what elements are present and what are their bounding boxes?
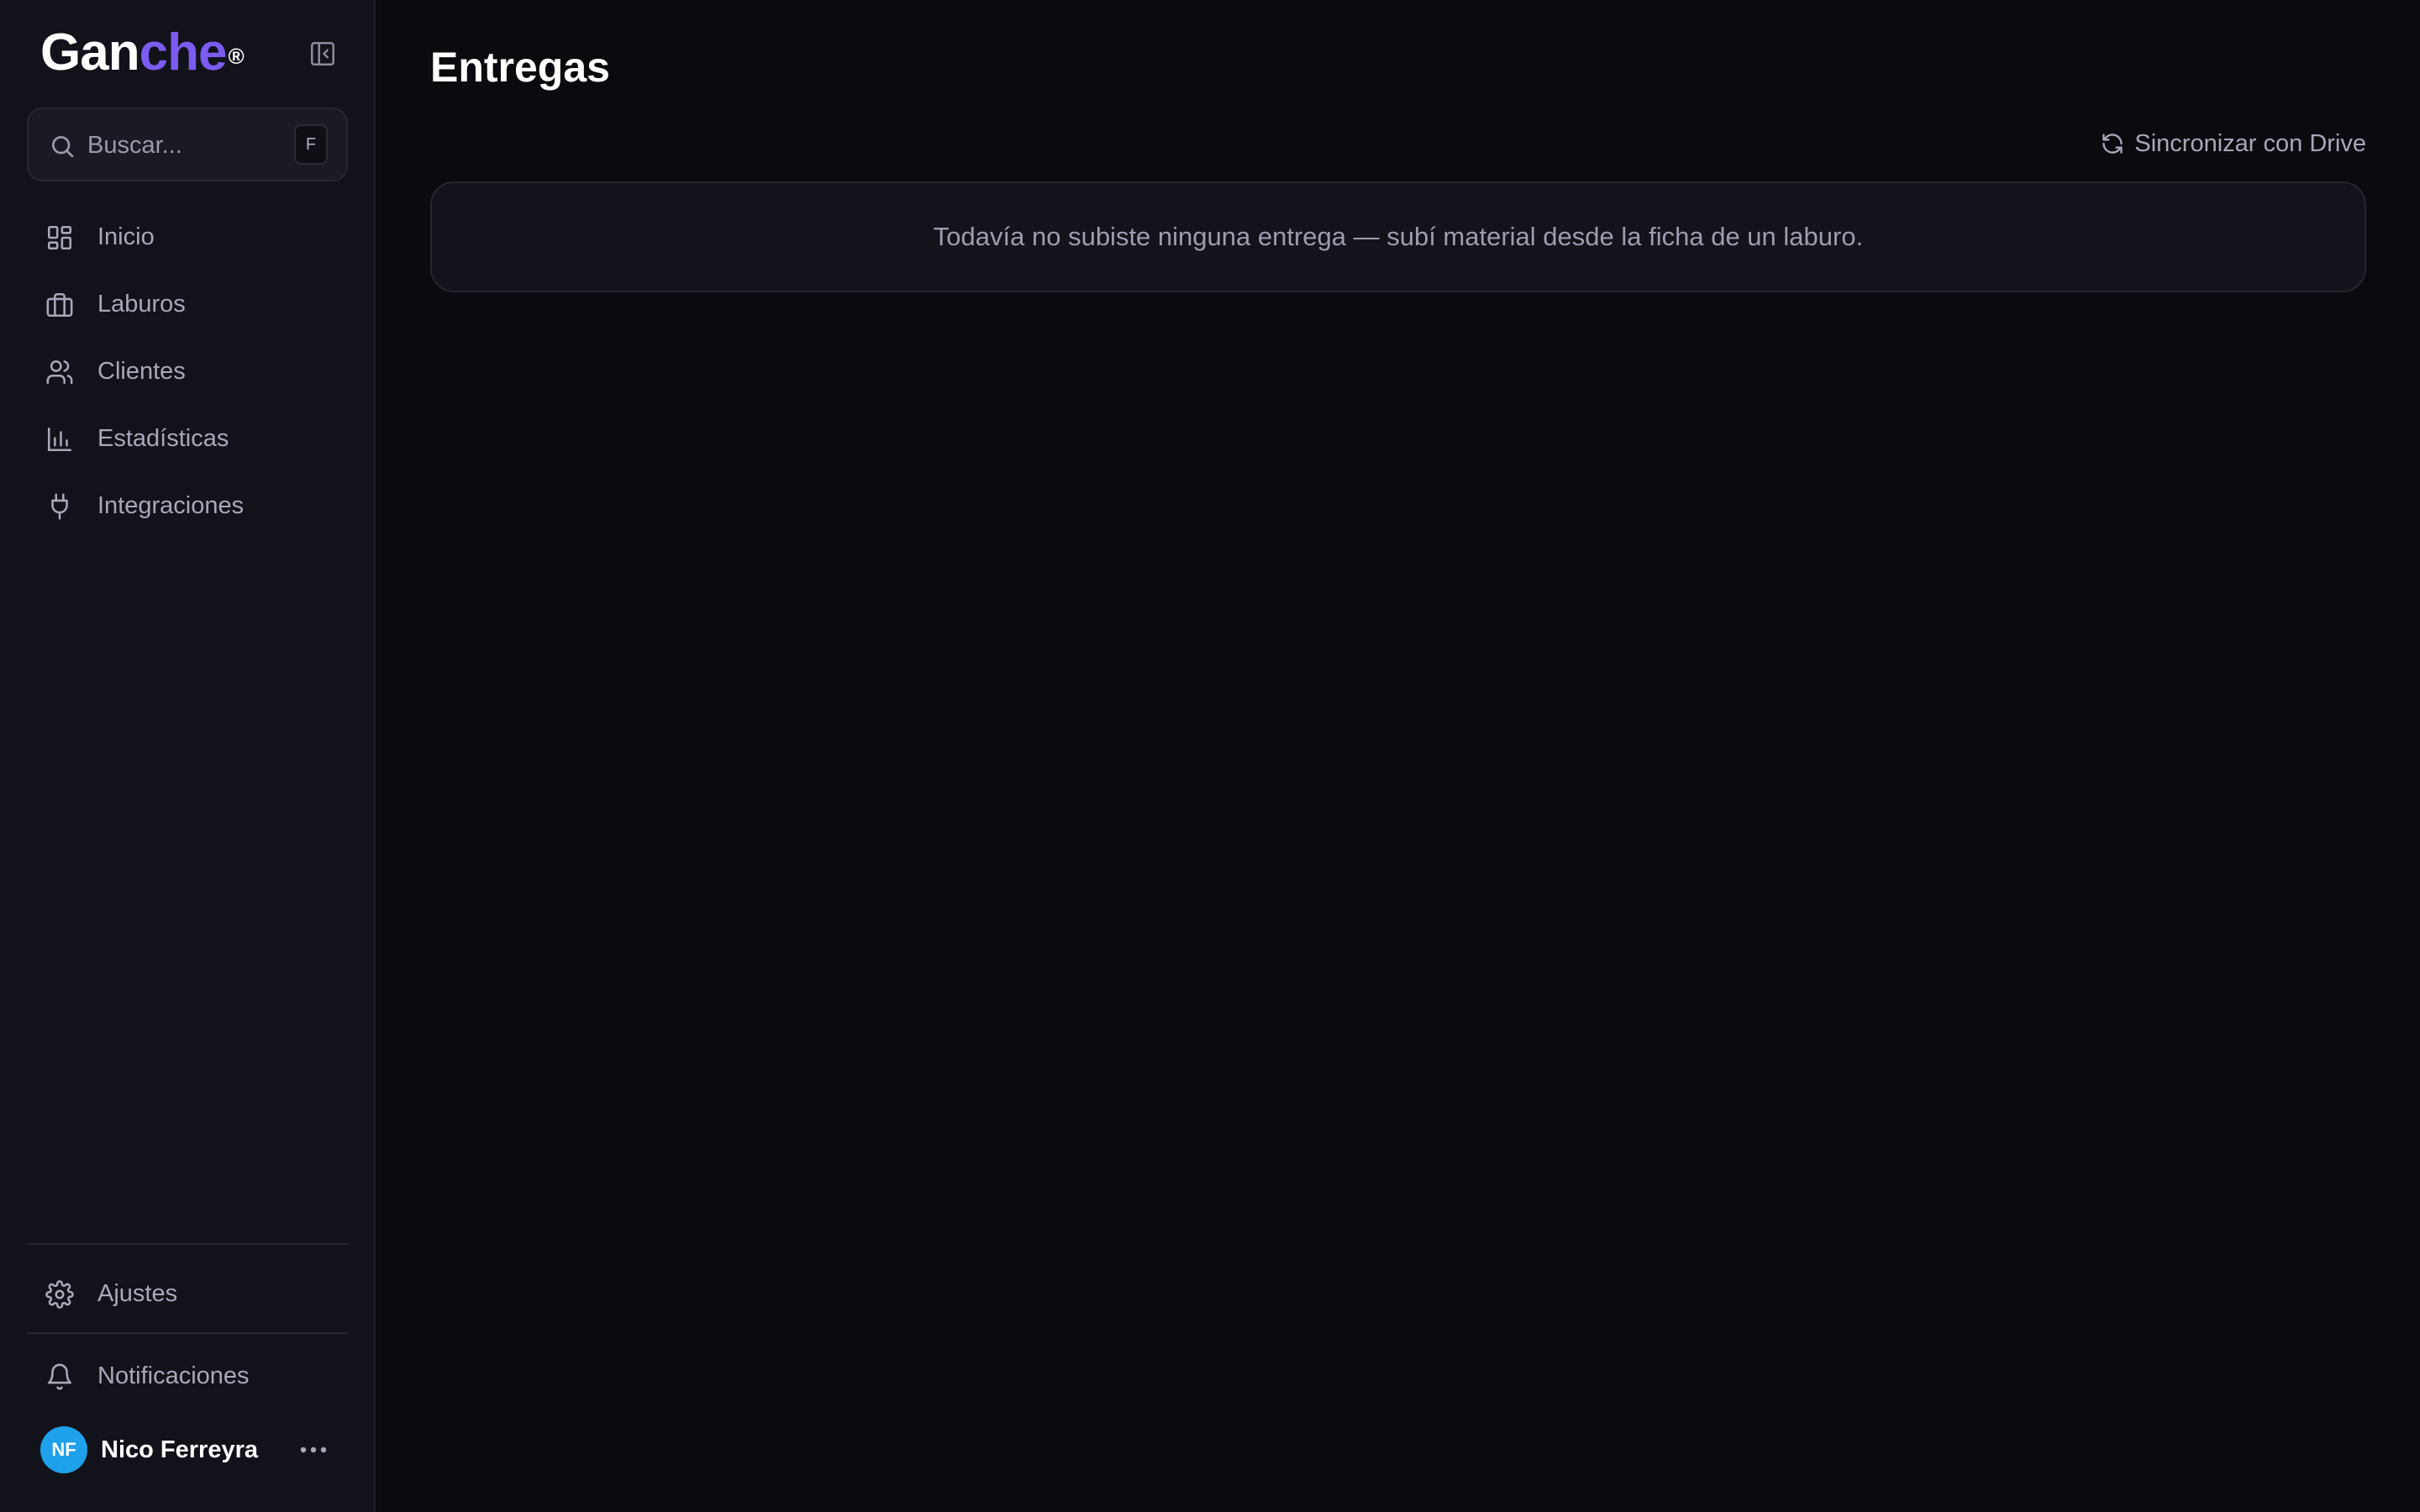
users-icon [46, 360, 73, 385]
sidebar-item-label: Ajustes [97, 1280, 178, 1307]
user-profile[interactable]: NF Nico Ferreyra [27, 1425, 348, 1475]
empty-state-message: Todavía no subiste ninguna entrega — sub… [933, 222, 1864, 251]
sidebar-item-ajustes[interactable]: Ajustes [27, 1265, 348, 1322]
sidebar-item-label: Laburos [97, 291, 186, 318]
sidebar-item-label: Estadísticas [97, 425, 229, 452]
brand-name-main: Gan [40, 24, 140, 81]
brand-name-accent: che [139, 24, 228, 81]
more-horizontal-icon [300, 1446, 327, 1453]
plug-icon [51, 493, 68, 520]
sidebar-collapse-icon [310, 41, 335, 66]
sidebar-item-notificaciones[interactable]: Notificaciones [27, 1347, 348, 1404]
refresh-icon [2102, 134, 2123, 154]
sidebar-item-label: Inicio [97, 223, 155, 250]
empty-state-card: Todavía no subiste ninguna entrega — sub… [430, 181, 2366, 292]
sidebar-item-inicio[interactable]: Inicio [27, 208, 348, 265]
sidebar-divider [27, 1332, 348, 1334]
sidebar-item-integraciones[interactable]: Integraciones [27, 477, 348, 534]
search-shortcut-badge: F [294, 124, 328, 165]
avatar: NF [40, 1426, 87, 1473]
sidebar-item-label: Integraciones [97, 492, 245, 519]
search-input[interactable] [87, 126, 289, 165]
sidebar-divider [27, 1243, 348, 1245]
gear-icon [45, 1280, 74, 1309]
bar-chart-icon [47, 427, 72, 452]
briefcase-icon [46, 292, 73, 318]
brand-logo[interactable]: Ganche® [40, 24, 245, 81]
sync-drive-label: Sincronizar con Drive [2134, 129, 2366, 157]
sidebar-item-label: Notificaciones [97, 1362, 250, 1389]
sidebar: Ganche® F Inicio Laburos [0, 0, 376, 1512]
search-icon [52, 136, 74, 158]
bell-icon [47, 1363, 72, 1390]
sidebar-item-clientes[interactable]: Clientes [27, 343, 348, 400]
collapse-sidebar-button[interactable] [306, 37, 339, 71]
registered-mark: ® [228, 44, 244, 69]
sidebar-item-label: Clientes [97, 358, 186, 385]
sync-drive-button[interactable]: Sincronizar con Drive [2101, 126, 2366, 161]
search-box[interactable]: F [27, 108, 348, 181]
user-name: Nico Ferreyra [101, 1436, 258, 1463]
dashboard-icon [47, 225, 72, 250]
page-title: Entregas [430, 44, 610, 91]
sidebar-item-estadisticas[interactable]: Estadísticas [27, 410, 348, 467]
user-menu-button[interactable] [292, 1433, 334, 1467]
app-window: Ganche® F Inicio Laburos [0, 0, 2420, 1512]
sidebar-item-laburos[interactable]: Laburos [27, 276, 348, 333]
